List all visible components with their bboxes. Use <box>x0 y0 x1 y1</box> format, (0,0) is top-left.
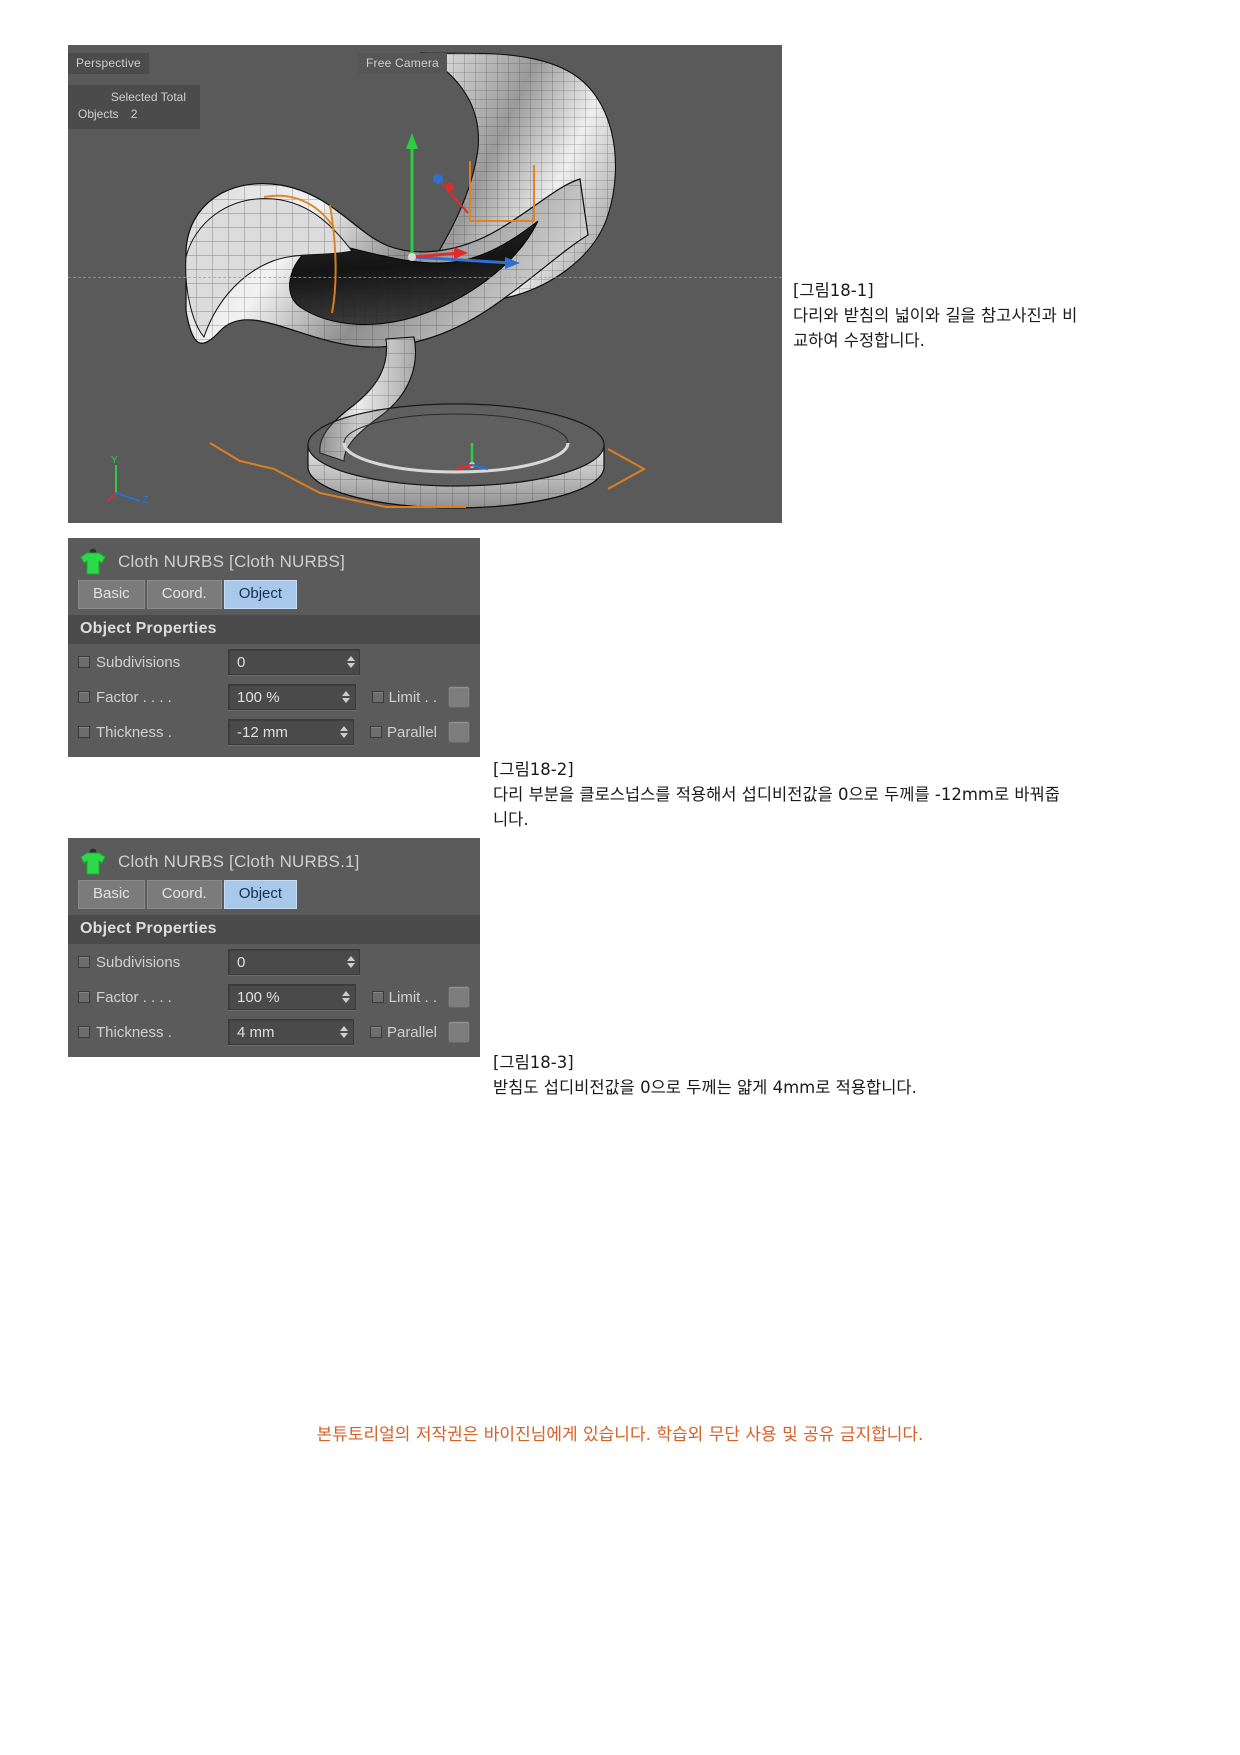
viewport-camera-label: Free Camera <box>358 53 447 74</box>
viewport-stats: Selected Total Objects 2 <box>68 85 200 129</box>
subdivisions-label: Subdivisions <box>96 654 222 671</box>
thickness-stepper[interactable] <box>340 724 349 740</box>
section-object-properties: Object Properties <box>68 915 480 944</box>
thickness-checkbox[interactable] <box>78 1026 90 1038</box>
parallel-option[interactable]: Parallel <box>370 721 470 743</box>
factor-label: Factor . . . . <box>96 989 222 1006</box>
cloth-nurbs-icon <box>78 848 108 876</box>
copyright-footer: 본튜토리얼의 저작권은 바이진님에게 있습니다. 학습외 무단 사용 및 공유 … <box>0 1420 1240 1445</box>
caption-body: 다리와 받침의 넓이와 길을 참고사진과 비교하여 수정합니다. <box>793 303 1083 353</box>
thickness-checkbox[interactable] <box>78 726 90 738</box>
thickness-field[interactable]: -12 mm <box>228 719 354 745</box>
section-object-properties: Object Properties <box>68 615 480 644</box>
limit-checkbox[interactable] <box>372 991 384 1003</box>
limit-label: Limit . . <box>389 689 437 706</box>
tab-basic[interactable]: Basic <box>78 580 145 609</box>
parallel-label: Parallel <box>387 1024 437 1041</box>
stats-header: Selected Total <box>78 89 190 106</box>
viewport-screenshot: Perspective Free Camera Selected Total O… <box>68 45 782 523</box>
limit-option[interactable]: Limit . . <box>372 686 470 708</box>
cloth-nurbs-icon <box>78 548 108 576</box>
row-subdivisions: Subdivisions 0 <box>68 944 480 979</box>
stats-objects-label: Objects <box>78 106 119 123</box>
factor-field[interactable]: 100 % <box>228 984 356 1010</box>
subdivisions-label: Subdivisions <box>96 954 222 971</box>
factor-checkbox[interactable] <box>78 691 90 703</box>
parallel-checkbox[interactable] <box>370 726 382 738</box>
panel-header: Cloth NURBS [Cloth NURBS.1] <box>68 838 480 880</box>
caption-body: 받침도 섭디비전값을 0으로 두께는 얇게 4mm로 적용합니다. <box>493 1075 1073 1100</box>
thickness-label: Thickness . <box>96 724 222 741</box>
factor-value: 100 % <box>237 989 280 1006</box>
row-thickness: Thickness . -12 mm Parallel <box>68 714 480 757</box>
row-factor: Factor . . . . 100 % Limit . . <box>68 679 480 714</box>
limit-label: Limit . . <box>389 989 437 1006</box>
figure-caption-18-3: [그림18-3] 받침도 섭디비전값을 0으로 두께는 얇게 4mm로 적용합니… <box>493 1050 1073 1100</box>
panel-title: Cloth NURBS [Cloth NURBS.1] <box>118 852 360 872</box>
tab-coord[interactable]: Coord. <box>147 880 222 909</box>
parallel-toggle-button[interactable] <box>448 721 470 743</box>
caption-title: [그림18-2] <box>493 757 1063 782</box>
figure-caption-18-2: [그림18-2] 다리 부분을 클로스넙스를 적용해서 섭디비전값을 0으로 두… <box>493 757 1063 832</box>
tab-coord[interactable]: Coord. <box>147 580 222 609</box>
factor-stepper[interactable] <box>342 689 351 705</box>
parallel-toggle-button[interactable] <box>448 1021 470 1043</box>
thickness-label: Thickness . <box>96 1024 222 1041</box>
world-axis-gizmo: Y Z <box>106 453 158 505</box>
subdivisions-stepper[interactable] <box>346 654 355 670</box>
subdivisions-value: 0 <box>237 654 245 671</box>
subdivisions-value: 0 <box>237 954 245 971</box>
panel-tabs: Basic Coord. Object <box>68 580 480 615</box>
caption-title: [그림18-3] <box>493 1050 1073 1075</box>
thickness-value: 4 mm <box>237 1024 275 1041</box>
panel-header: Cloth NURBS [Cloth NURBS] <box>68 538 480 580</box>
svg-text:Z: Z <box>142 495 148 505</box>
row-factor: Factor . . . . 100 % Limit . . <box>68 979 480 1014</box>
limit-checkbox[interactable] <box>372 691 384 703</box>
limit-toggle-button[interactable] <box>448 686 470 708</box>
parallel-label: Parallel <box>387 724 437 741</box>
factor-stepper[interactable] <box>342 989 351 1005</box>
attribute-panel-cloth-nurbs-2: Cloth NURBS [Cloth NURBS.1] Basic Coord.… <box>68 838 480 1057</box>
chair-base-ring <box>308 404 604 508</box>
caption-body: 다리 부분을 클로스넙스를 적용해서 섭디비전값을 0으로 두께를 -12mm로… <box>493 782 1063 832</box>
subdivisions-field[interactable]: 0 <box>228 949 360 975</box>
thickness-stepper[interactable] <box>340 1024 349 1040</box>
caption-title: [그림18-1] <box>793 278 1083 303</box>
tab-object[interactable]: Object <box>224 880 297 909</box>
panel-title: Cloth NURBS [Cloth NURBS] <box>118 552 345 572</box>
stats-objects-value: 2 <box>131 106 138 123</box>
factor-checkbox[interactable] <box>78 991 90 1003</box>
tab-basic[interactable]: Basic <box>78 880 145 909</box>
limit-toggle-button[interactable] <box>448 986 470 1008</box>
factor-field[interactable]: 100 % <box>228 684 356 710</box>
limit-option[interactable]: Limit . . <box>372 986 470 1008</box>
viewport-perspective-label: Perspective <box>68 53 149 74</box>
figure-caption-18-1: [그림18-1] 다리와 받침의 넓이와 길을 참고사진과 비교하여 수정합니다… <box>793 278 1083 353</box>
attribute-panel-cloth-nurbs-1: Cloth NURBS [Cloth NURBS] Basic Coord. O… <box>68 538 480 757</box>
subdivisions-checkbox[interactable] <box>78 956 90 968</box>
factor-label: Factor . . . . <box>96 689 222 706</box>
svg-text:Y: Y <box>111 455 118 466</box>
thickness-value: -12 mm <box>237 724 288 741</box>
parallel-checkbox[interactable] <box>370 1026 382 1038</box>
row-subdivisions: Subdivisions 0 <box>68 644 480 679</box>
parallel-option[interactable]: Parallel <box>370 1021 470 1043</box>
document-page: Perspective Free Camera Selected Total O… <box>0 0 1240 1755</box>
thickness-field[interactable]: 4 mm <box>228 1019 354 1045</box>
subdivisions-stepper[interactable] <box>346 954 355 970</box>
row-thickness: Thickness . 4 mm Parallel <box>68 1014 480 1057</box>
panel-tabs: Basic Coord. Object <box>68 880 480 915</box>
horizon-line <box>68 277 782 278</box>
subdivisions-checkbox[interactable] <box>78 656 90 668</box>
subdivisions-field[interactable]: 0 <box>228 649 360 675</box>
tab-object[interactable]: Object <box>224 580 297 609</box>
factor-value: 100 % <box>237 689 280 706</box>
